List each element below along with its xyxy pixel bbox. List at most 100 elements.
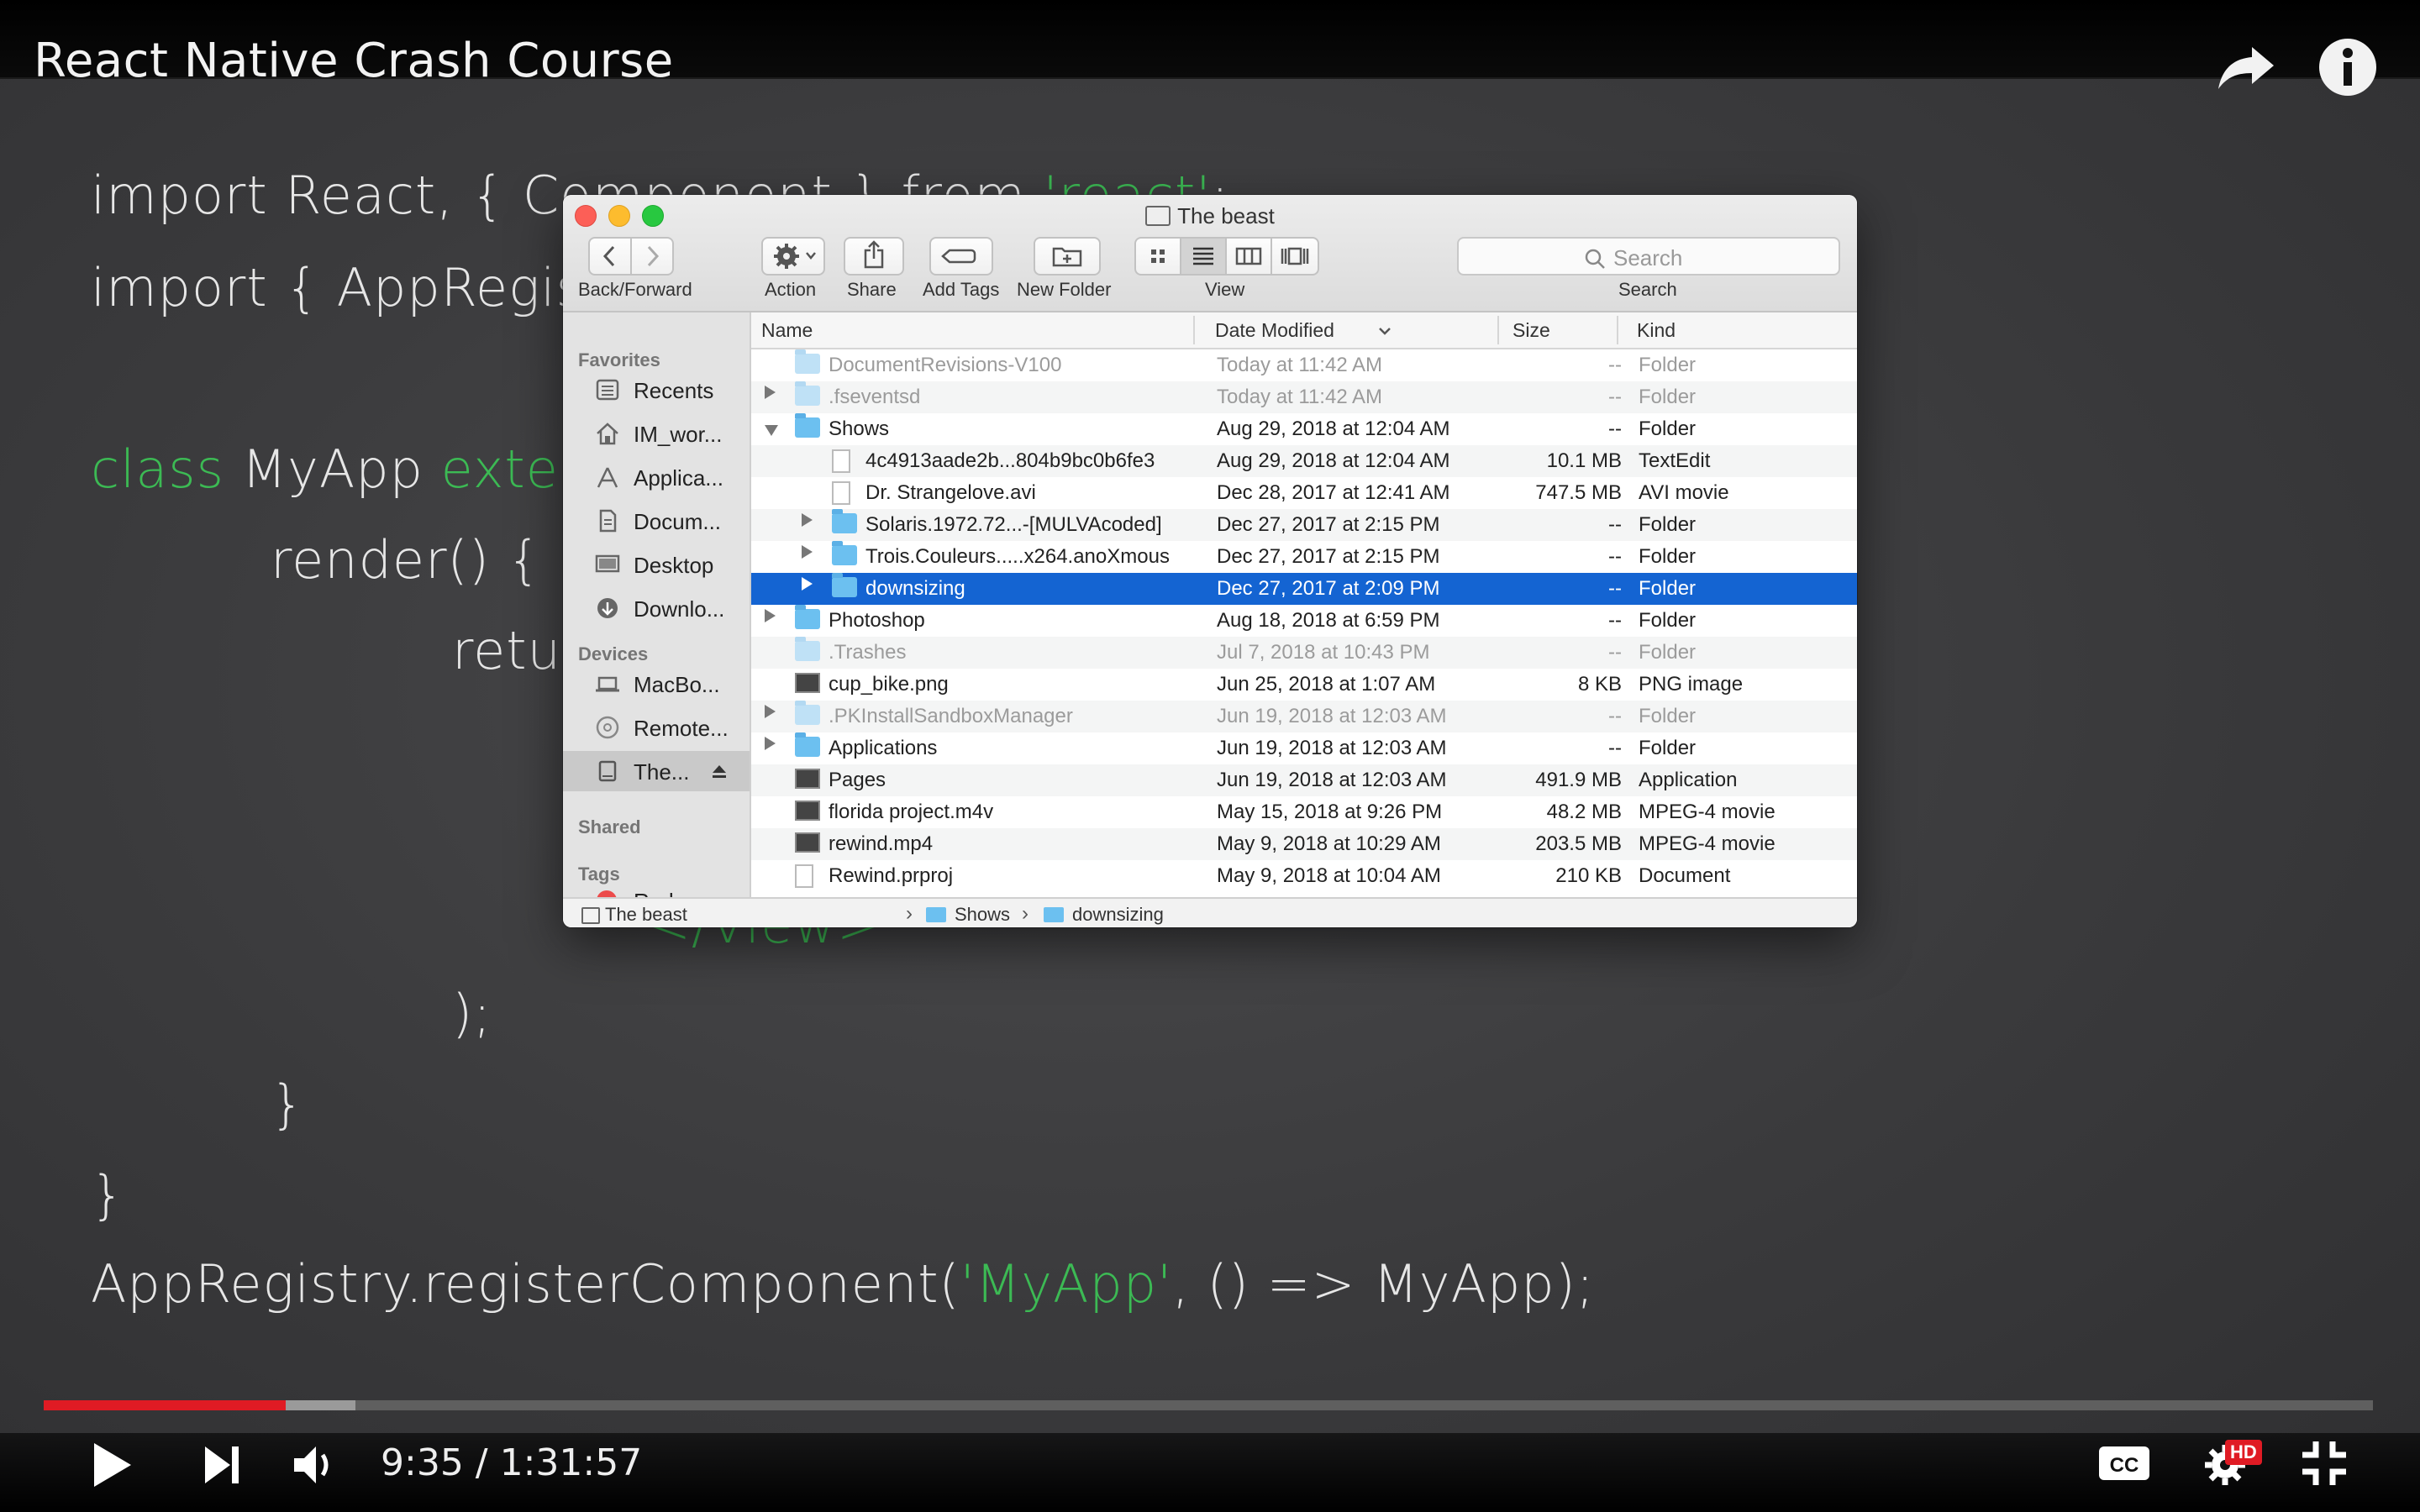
file-kind: Folder [1639,705,1697,727]
home-icon [597,423,618,445]
file-size: 48.2 MB [1546,801,1622,823]
path-item[interactable]: Shows [955,904,1010,926]
action-label: Action [765,279,817,300]
table-row[interactable]: .PKInstallSandboxManager Jun 19, 2018 at … [751,701,1857,732]
volume-icon[interactable] [289,1440,339,1490]
file-name: rewind.mp4 [829,832,934,855]
exit-fullscreen-icon[interactable] [2299,1438,2349,1488]
devices-heading: Devices [578,643,649,664]
table-row[interactable]: Dr. Strangelove.avi Dec 28, 2017 at 12:41… [751,477,1857,509]
disclosure-closed-icon[interactable] [765,705,776,718]
table-row[interactable]: .fseventsd Today at 11:42 AM -- Folder [751,381,1857,413]
time-display: 9:35 / 1:31:57 [381,1441,643,1484]
table-row[interactable]: DocumentRevisions-V100 Today at 11:42 AM -… [751,349,1857,381]
sidebar-item-downloads[interactable]: Downlo... [563,588,750,628]
file-date-modified: Jun 19, 2018 at 12:03 AM [1217,705,1447,727]
column-divider[interactable] [1617,316,1618,344]
sidebar-item-applications[interactable]: Applica... [563,457,750,497]
disclosure-open-icon[interactable] [765,425,778,436]
disclosure-closed-icon[interactable] [802,577,813,591]
path-separator: › [906,902,913,925]
video-title[interactable]: React Native Crash Course [34,34,674,88]
disclosure-closed-icon[interactable] [765,609,776,622]
info-icon[interactable] [2316,35,2380,99]
table-row[interactable]: Applications Jun 19, 2018 at 12:03 AM -- Fo… [751,732,1857,764]
table-row[interactable]: downsizing Dec 27, 2017 at 2:09 PM -- Folde… [751,573,1857,605]
code-text: } [271,1074,305,1135]
column-name[interactable]: Name [761,319,813,342]
file-kind: Folder [1639,354,1697,376]
column-divider[interactable] [1193,316,1195,344]
search-placeholder: Search [1613,245,1683,270]
view-gallery-button[interactable] [1270,237,1319,276]
sidebar-item-label: Docum... [634,509,722,534]
sidebar-item-recents[interactable]: Recents [563,370,750,410]
finder-window[interactable]: The beast Back/Forward Action Share Add … [563,195,1857,927]
finder-titlebar[interactable]: The beast Back/Forward Action Share Add … [563,195,1857,312]
column-date-modified[interactable]: Date Modified [1215,319,1334,342]
file-kind: Folder [1639,545,1697,568]
forward-button[interactable] [630,237,674,276]
sidebar-item-remote-disc[interactable]: Remote... [563,707,750,748]
sidebar-item-the-beast[interactable]: The... [563,751,750,791]
table-row[interactable]: Solaris.1972.72...-[MULVAcoded] Dec 27, 2… [751,509,1857,541]
progress-bar[interactable] [44,1400,2373,1410]
file-name: Solaris.1972.72...-[MULVAcoded] [865,513,1162,536]
view-columns-button[interactable] [1225,237,1272,276]
sidebar-item-macbook[interactable]: MacBo... [563,664,750,704]
sidebar-item-desktop[interactable]: Desktop [563,544,750,585]
add-tags-button[interactable] [929,237,993,276]
share-icon [864,240,884,269]
share-icon[interactable] [2215,35,2279,99]
file-size: -- [1608,609,1622,632]
table-row[interactable]: Pages Jun 19, 2018 at 12:03 AM 491.9 MB App… [751,764,1857,796]
table-row[interactable]: .Trashes Jul 7, 2018 at 10:43 PM -- Folder [751,637,1857,669]
view-list-button[interactable] [1180,237,1227,276]
view-icon-button[interactable] [1134,237,1181,276]
disclosure-closed-icon[interactable] [765,386,776,399]
table-row[interactable]: cup_bike.png Jun 25, 2018 at 1:07 AM 8 KB P… [751,669,1857,701]
new-folder-button[interactable] [1034,237,1101,276]
disclosure-closed-icon[interactable] [802,513,813,527]
column-size[interactable]: Size [1512,319,1550,342]
action-button[interactable] [761,237,825,276]
new-folder-icon [1052,247,1082,267]
closed-captions-icon[interactable]: CC [2097,1441,2153,1485]
play-icon[interactable] [87,1438,138,1492]
sidebar-item-documents[interactable]: Docum... [563,501,750,541]
icon-view-icon [1151,249,1165,263]
file-name: Photoshop [829,609,925,632]
search-icon [1585,249,1605,269]
file-name: 4c4913aade2b...804b9bc0b6fe3 [865,449,1155,472]
drive-icon [581,907,600,924]
table-row[interactable]: florida project.m4v May 15, 2018 at 9:26 … [751,796,1857,828]
file-size: 203.5 MB [1535,832,1622,855]
sidebar-item-label: IM_wor... [634,422,723,447]
file-list[interactable]: Name Date Modified Size Kind DocumentRev… [751,312,1857,897]
table-row[interactable]: Photoshop Aug 18, 2018 at 6:59 PM -- Folder [751,605,1857,637]
path-item[interactable]: The beast [605,904,687,926]
column-kind[interactable]: Kind [1637,319,1676,342]
disclosure-closed-icon[interactable] [765,737,776,750]
disclosure-closed-icon[interactable] [802,545,813,559]
eject-icon[interactable] [709,761,729,781]
file-name: .Trashes [829,641,907,664]
search-input[interactable]: Search [1457,237,1840,276]
share-button[interactable] [844,237,904,276]
table-row[interactable]: rewind.mp4 May 9, 2018 at 10:29 AM 203.5 M… [751,828,1857,860]
video-frame[interactable]: import React, { Component } from 'react'… [0,0,2420,1512]
path-item[interactable]: downsizing [1072,904,1164,926]
folder-icon [795,413,820,438]
file-date-modified: Aug 29, 2018 at 12:04 AM [1217,449,1450,472]
table-row[interactable]: Rewind.prproj May 9, 2018 at 10:04 AM 210 … [751,860,1857,892]
sidebar-item-home[interactable]: IM_wor... [563,413,750,454]
folder-icon [795,349,820,374]
next-icon[interactable] [200,1441,244,1488]
file-kind: Folder [1639,577,1697,600]
table-row[interactable]: 4c4913aade2b...804b9bc0b6fe3 Aug 29, 2018… [751,445,1857,477]
folder-icon [832,573,857,597]
table-row[interactable]: Trois.Couleurs.....x264.anoXmous Dec 27, … [751,541,1857,573]
column-divider[interactable] [1497,316,1499,344]
table-row[interactable]: Shows Aug 29, 2018 at 12:04 AM -- Folder [751,413,1857,445]
back-button[interactable] [588,237,632,276]
